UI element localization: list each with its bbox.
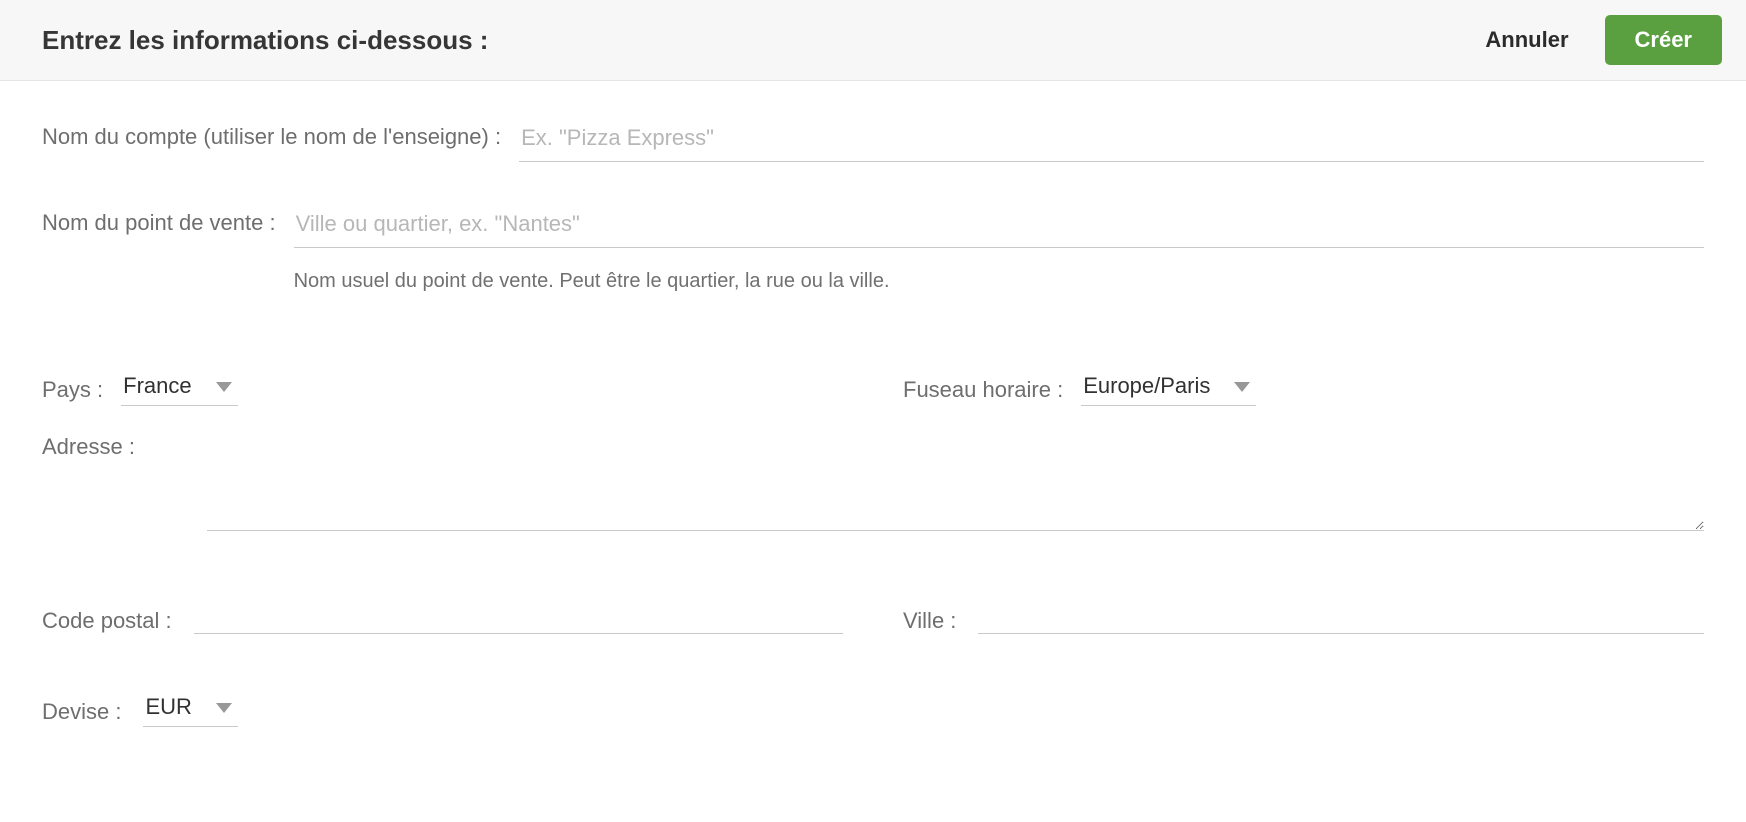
address-textarea[interactable] xyxy=(207,481,1704,531)
country-field: Pays : France xyxy=(42,373,843,406)
account-name-row: Nom du compte (utiliser le nom de l'ense… xyxy=(42,121,1704,162)
timezone-field: Fuseau horaire : Europe/Paris xyxy=(903,373,1704,406)
chevron-down-icon xyxy=(1234,382,1250,392)
country-value: France xyxy=(123,373,191,399)
postal-input[interactable] xyxy=(194,597,843,634)
postal-city-row: Code postal : Ville : xyxy=(42,597,1704,634)
form: Nom du compte (utiliser le nom de l'ense… xyxy=(0,81,1746,727)
pos-name-label: Nom du point de vente : xyxy=(42,207,294,236)
city-label: Ville : xyxy=(903,608,978,634)
postal-label: Code postal : xyxy=(42,608,194,634)
country-timezone-row: Pays : France Fuseau horaire : Europe/Pa… xyxy=(42,373,1704,406)
header-bar: Entrez les informations ci-dessous : Ann… xyxy=(0,0,1746,81)
account-name-label: Nom du compte (utiliser le nom de l'ense… xyxy=(42,121,519,150)
chevron-down-icon xyxy=(216,382,232,392)
timezone-label: Fuseau horaire : xyxy=(903,377,1081,403)
pos-name-input[interactable] xyxy=(294,207,1704,248)
address-label: Adresse : xyxy=(42,431,207,537)
header-actions: Annuler Créer xyxy=(1479,15,1722,65)
city-input[interactable] xyxy=(978,597,1704,634)
timezone-value: Europe/Paris xyxy=(1083,373,1210,399)
chevron-down-icon xyxy=(216,703,232,713)
currency-select[interactable]: EUR xyxy=(143,694,237,727)
cancel-button[interactable]: Annuler xyxy=(1479,26,1574,54)
country-select[interactable]: France xyxy=(121,373,237,406)
city-field: Ville : xyxy=(903,597,1704,634)
pos-name-help: Nom usuel du point de vente. Peut être l… xyxy=(294,270,1704,293)
page-title: Entrez les informations ci-dessous : xyxy=(42,25,488,56)
postal-field: Code postal : xyxy=(42,597,843,634)
address-row: Adresse : xyxy=(42,431,1704,537)
pos-name-row: Nom du point de vente : Nom usuel du poi… xyxy=(42,207,1704,293)
create-button[interactable]: Créer xyxy=(1605,15,1722,65)
country-label: Pays : xyxy=(42,377,121,403)
timezone-select[interactable]: Europe/Paris xyxy=(1081,373,1256,406)
account-name-input[interactable] xyxy=(519,121,1704,162)
currency-row: Devise : EUR xyxy=(42,694,1704,727)
currency-label: Devise : xyxy=(42,696,143,725)
currency-value: EUR xyxy=(145,694,191,720)
